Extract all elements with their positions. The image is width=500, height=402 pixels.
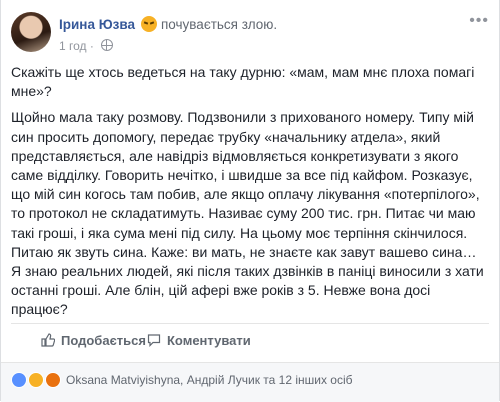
globe-icon[interactable] [101,39,114,51]
angry-reaction-icon [45,372,61,388]
comment-icon [147,334,161,347]
author-name[interactable]: Ірина Юзва [59,17,135,32]
author-line: Ірина Юзва почувається злою. [59,16,277,32]
avatar[interactable] [11,12,51,52]
wow-reaction-icon [28,372,44,388]
more-icon[interactable]: ••• [469,12,489,30]
reactions-bar: Oksana Matviyishyna, Андрій Лучик та 12 … [1,362,499,402]
comment-button[interactable]: Коментувати [147,324,251,358]
post-paragraph: Скажіть ще хтось ведеться на таку дурню:… [11,64,475,100]
separator: · [86,39,98,53]
thumbs-up-icon [41,333,55,347]
feeling-text: почувається злою. [160,17,278,32]
like-button[interactable]: Подобається [41,324,146,358]
post-text: Скажіть ще хтось ведеться на таку дурню:… [11,63,489,327]
post-paragraph: Щойно мала таку розмову. Подзвонили з пр… [11,109,484,318]
reactions-summary[interactable]: Oksana Matviyishyna, Андрій Лучик та 12 … [11,372,353,388]
angry-face-icon [140,16,157,32]
action-bar: Подобається Коментувати [11,324,489,358]
timestamp[interactable]: 1 год [59,39,87,53]
comment-label: Коментувати [167,333,251,348]
post-header: Ірина Юзва почувається злою. 1 год · ••• [11,12,489,56]
post-meta: 1 год · [59,39,114,53]
like-label: Подобається [61,333,146,348]
post-card: Ірина Юзва почувається злою. 1 год · ••• … [0,0,500,402]
reactors-text[interactable]: Oksana Matviyishyna, Андрій Лучик та 12 … [66,373,353,387]
like-reaction-icon [11,372,27,388]
